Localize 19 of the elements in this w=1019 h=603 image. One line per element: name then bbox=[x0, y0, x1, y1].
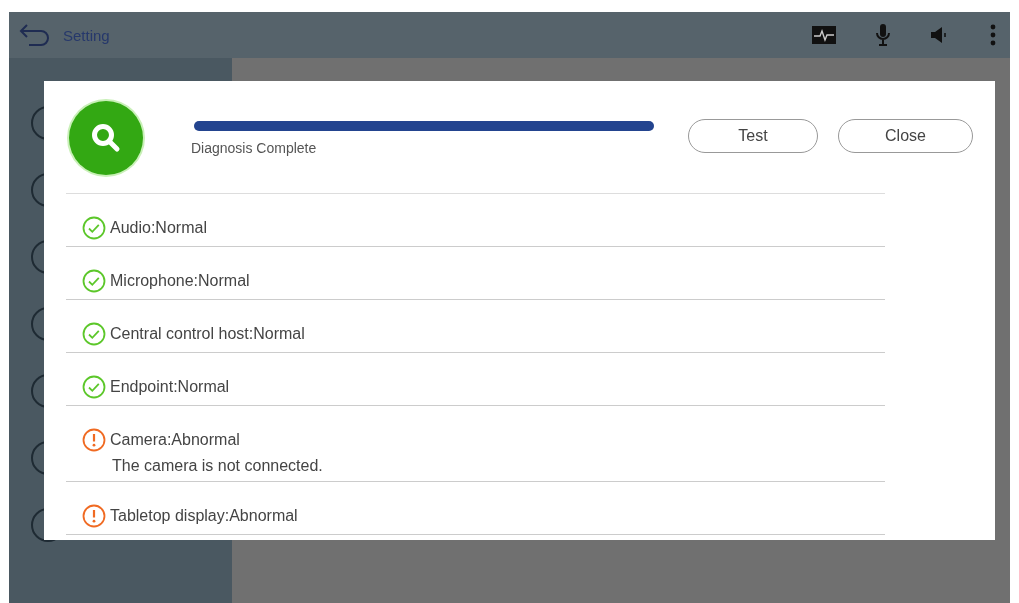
result-text: Central control host:Normal bbox=[110, 324, 305, 344]
check-icon bbox=[82, 216, 106, 240]
result-detail: The camera is not connected. bbox=[112, 457, 324, 475]
result-text: Audio:Normal bbox=[110, 218, 207, 238]
check-icon bbox=[82, 322, 106, 346]
result-text: Tabletop display:Abnormal bbox=[110, 506, 298, 526]
waveform-icon[interactable] bbox=[812, 26, 836, 44]
close-button[interactable]: Close bbox=[838, 119, 973, 153]
result-text: Endpoint:Normal bbox=[110, 377, 230, 397]
check-icon bbox=[82, 375, 106, 399]
result-text: Camera:Abnormal bbox=[110, 430, 240, 450]
warning-icon bbox=[82, 428, 106, 452]
progress-status: Diagnosis Complete bbox=[191, 140, 318, 156]
warning-icon bbox=[82, 504, 106, 528]
microphone-icon[interactable] bbox=[876, 24, 890, 46]
result-text: Microphone:Normal bbox=[110, 271, 250, 291]
check-icon bbox=[82, 269, 106, 293]
more-icon[interactable] bbox=[990, 24, 996, 46]
test-button[interactable]: Test bbox=[688, 119, 818, 153]
